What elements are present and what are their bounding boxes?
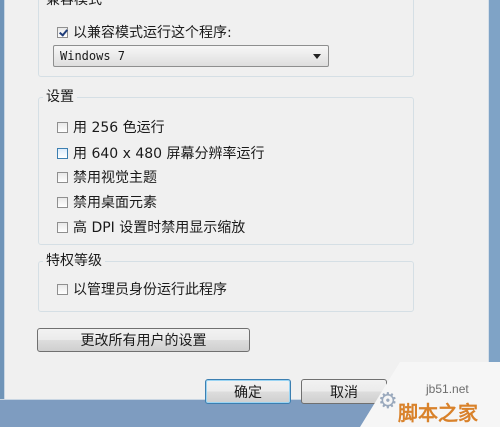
watermark-brand: 脚本之家 [398,401,478,425]
run-as-admin-label: 以管理员身份运行此程序 [73,282,227,298]
run-as-admin-row[interactable]: 以管理员身份运行此程序 [57,280,227,298]
setting-disable-desktop-composition-label: 禁用桌面元素 [73,195,157,211]
setting-disable-dpi-scaling-row[interactable]: 高 DPI 设置时禁用显示缩放 [57,218,245,236]
compat-mode-checkbox-label: 以兼容模式运行这个程序: [73,25,232,41]
chevron-down-icon [313,53,321,59]
setting-disable-visual-themes-checkbox[interactable] [57,171,68,183]
watermark-url: jb51.net [426,382,469,396]
setting-disable-desktop-composition-checkbox[interactable] [57,196,68,208]
settings-group-title: 设置 [43,89,77,105]
ok-button[interactable]: 确定 [205,379,291,404]
setting-256-color-checkbox[interactable] [57,121,68,133]
compat-mode-checkbox[interactable] [57,26,68,38]
setting-disable-dpi-scaling-checkbox[interactable] [57,221,68,233]
compat-mode-checkbox-row[interactable]: 以兼容模式运行这个程序: [57,23,232,41]
compat-mode-group-title: 兼容模式 [43,0,105,8]
window-border-right [489,0,500,400]
setting-640x480-label: 用 640 x 480 屏幕分辨率运行 [73,146,265,162]
setting-disable-dpi-scaling-label: 高 DPI 设置时禁用显示缩放 [73,220,246,236]
setting-disable-desktop-composition-row[interactable]: 禁用桌面元素 [57,193,157,211]
setting-disable-visual-themes-label: 禁用视觉主题 [73,170,157,186]
setting-640x480-row[interactable]: 用 640 x 480 屏幕分辨率运行 [57,144,265,162]
gear-icon: ⚙ [378,389,398,414]
os-version-select[interactable]: Windows 7 [53,45,329,67]
run-as-admin-checkbox[interactable] [57,283,68,295]
setting-256-color-label: 用 256 色运行 [73,120,165,136]
setting-640x480-checkbox[interactable] [57,147,68,159]
setting-256-color-row[interactable]: 用 256 色运行 [57,118,165,136]
setting-disable-visual-themes-row[interactable]: 禁用视觉主题 [57,168,157,186]
window-border-left-highlight [4,0,5,400]
privilege-level-group-title: 特权等级 [43,253,105,269]
os-version-select-value: Windows 7 [60,49,126,63]
change-all-users-settings-button[interactable]: 更改所有用户的设置 [37,328,250,352]
